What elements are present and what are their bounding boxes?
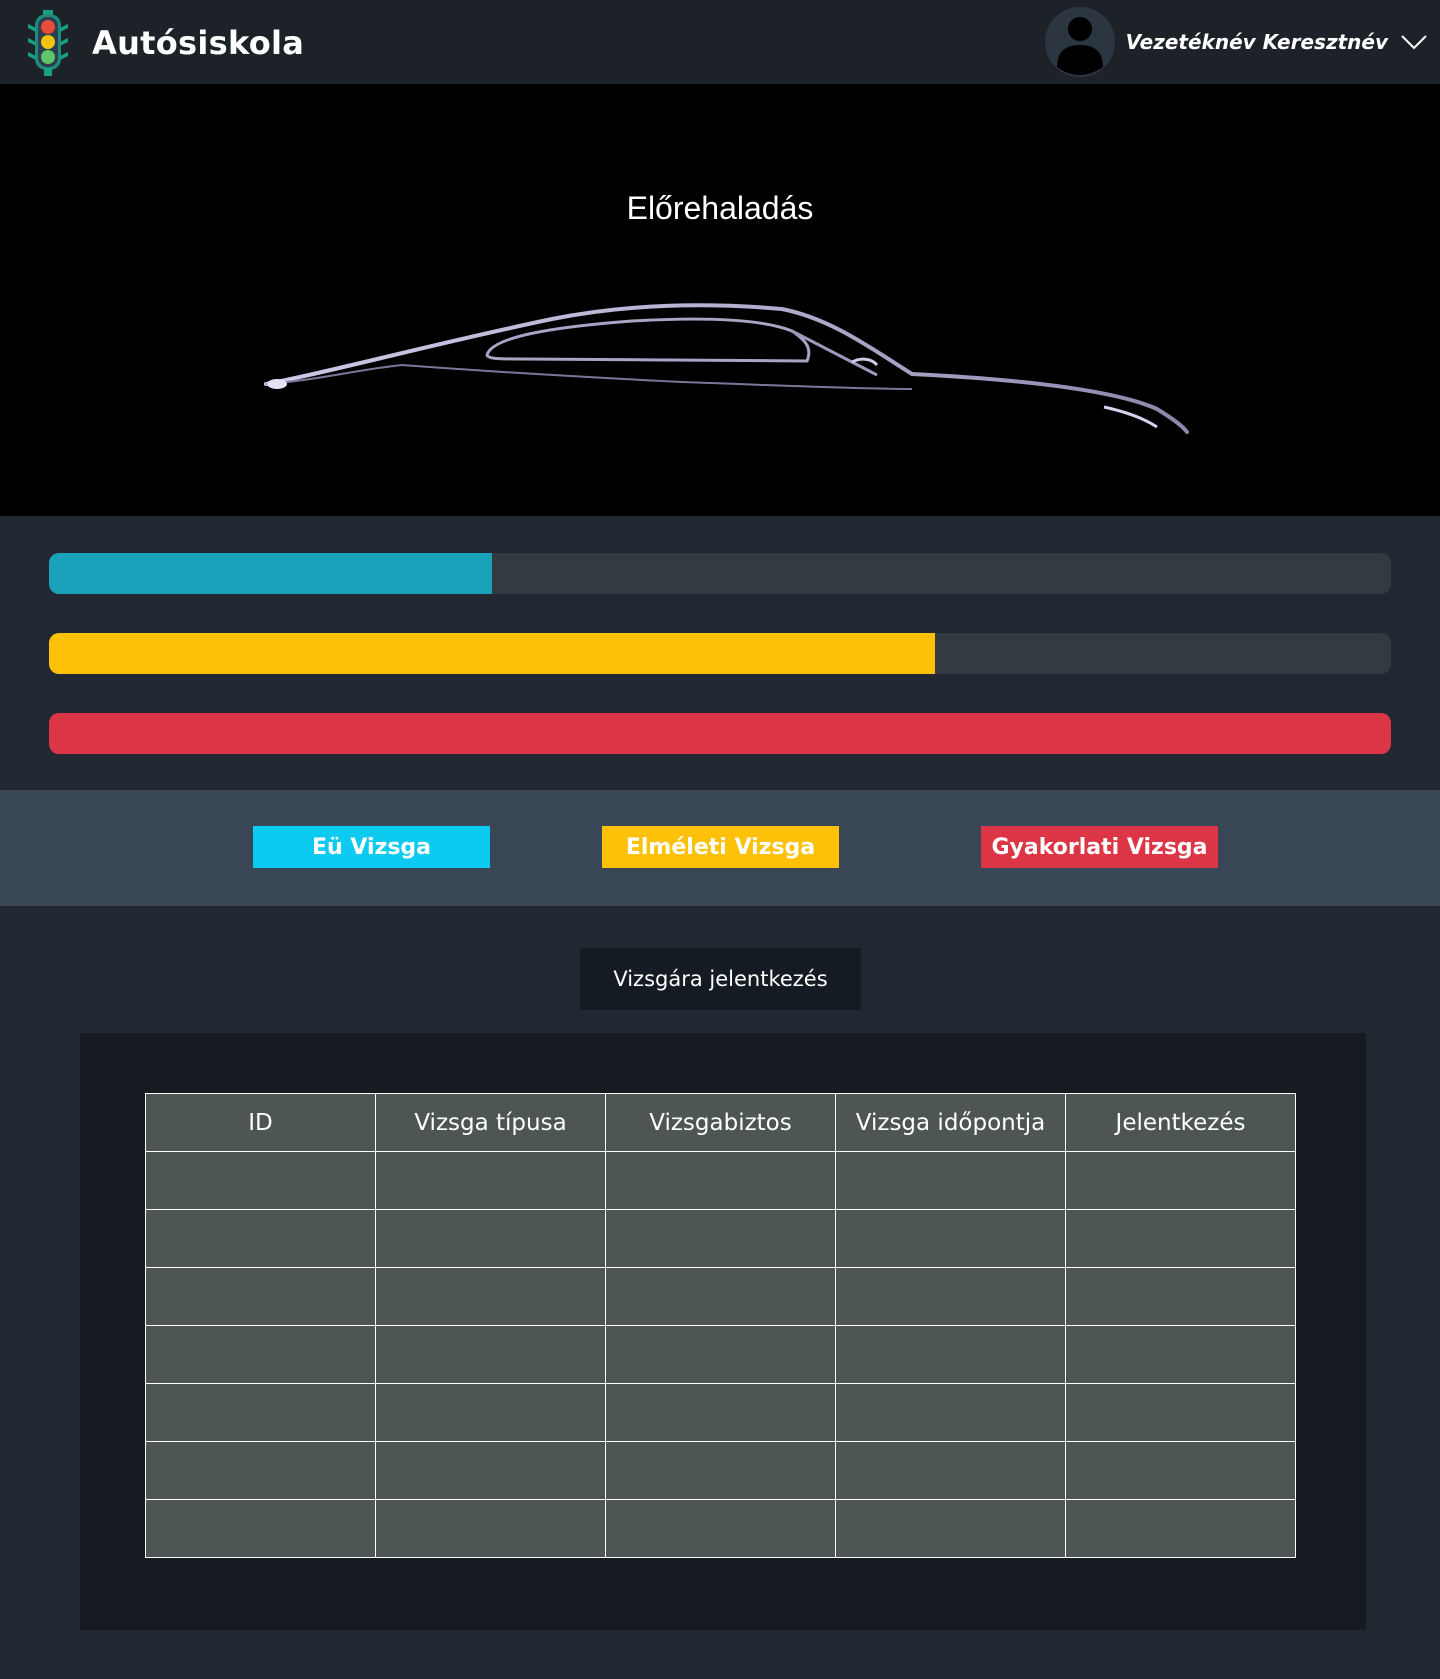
progress-fill-gyakorlati bbox=[49, 713, 1391, 754]
user-menu[interactable]: Vezetéknév Keresztnév bbox=[1044, 7, 1428, 77]
exam-apply-button[interactable]: Vizsgára jelentkezés bbox=[580, 948, 861, 1010]
column-header-examiner: Vizsgabiztos bbox=[605, 1093, 836, 1152]
table-cell bbox=[605, 1325, 836, 1384]
column-header-apply: Jelentkezés bbox=[1065, 1093, 1296, 1152]
table-cell bbox=[605, 1267, 836, 1326]
progress-bar-eu bbox=[49, 553, 1391, 594]
car-silhouette-image bbox=[264, 303, 1189, 434]
hero-banner: Előrehaladás bbox=[0, 84, 1440, 516]
exam-table: ID Vizsga típusa Vizsgabiztos Vizsga idő… bbox=[145, 1093, 1296, 1558]
progress-bar-gyakorlati bbox=[49, 713, 1391, 754]
column-header-id: ID bbox=[145, 1093, 376, 1152]
table-cell bbox=[375, 1325, 606, 1384]
table-cell bbox=[145, 1151, 376, 1210]
table-cell bbox=[835, 1499, 1066, 1558]
progress-fill-eu bbox=[49, 553, 492, 594]
table-cell bbox=[145, 1267, 376, 1326]
table-cell bbox=[1065, 1151, 1296, 1210]
column-header-date: Vizsga időpontja bbox=[835, 1093, 1066, 1152]
exam-table-panel: ID Vizsga típusa Vizsgabiztos Vizsga idő… bbox=[80, 1033, 1366, 1630]
tab-elmeleti-vizsga[interactable]: Elméleti Vizsga bbox=[602, 826, 839, 868]
table-row bbox=[145, 1325, 1296, 1384]
user-icon bbox=[1044, 7, 1115, 77]
table-cell bbox=[605, 1441, 836, 1500]
table-cell bbox=[145, 1383, 376, 1442]
column-header-type: Vizsga típusa bbox=[375, 1093, 606, 1152]
progress-bar-elmeleti bbox=[49, 633, 1391, 674]
table-cell bbox=[145, 1499, 376, 1558]
table-cell bbox=[1065, 1267, 1296, 1326]
table-row bbox=[145, 1499, 1296, 1558]
table-cell bbox=[145, 1209, 376, 1268]
tab-eu-vizsga[interactable]: Eü Vizsga bbox=[253, 826, 490, 868]
traffic-light-icon bbox=[28, 10, 68, 76]
table-row bbox=[145, 1267, 1296, 1326]
table-cell bbox=[835, 1325, 1066, 1384]
progress-section bbox=[0, 516, 1440, 790]
table-cell bbox=[1065, 1499, 1296, 1558]
page-title: Előrehaladás bbox=[626, 190, 814, 226]
avatar bbox=[1044, 7, 1115, 77]
table-cell bbox=[1065, 1383, 1296, 1442]
table-row bbox=[145, 1383, 1296, 1442]
table-cell bbox=[375, 1441, 606, 1500]
table-cell bbox=[375, 1499, 606, 1558]
table-cell bbox=[1065, 1441, 1296, 1500]
chevron-down-icon[interactable] bbox=[1400, 32, 1428, 52]
table-cell bbox=[835, 1383, 1066, 1442]
table-cell bbox=[375, 1267, 606, 1326]
table-cell bbox=[1065, 1325, 1296, 1384]
table-cell bbox=[835, 1151, 1066, 1210]
table-cell bbox=[375, 1151, 606, 1210]
table-cell bbox=[145, 1325, 376, 1384]
table-cell bbox=[835, 1267, 1066, 1326]
table-cell bbox=[1065, 1209, 1296, 1268]
user-name: Vezetéknév Keresztnév bbox=[1125, 30, 1388, 54]
table-row bbox=[145, 1209, 1296, 1268]
table-cell bbox=[605, 1383, 836, 1442]
table-cell bbox=[605, 1209, 836, 1268]
table-row bbox=[145, 1151, 1296, 1210]
navbar: Autósiskola Vezetéknév Keresztnév bbox=[0, 0, 1440, 84]
brand[interactable]: Autósiskola bbox=[20, 10, 304, 76]
table-cell bbox=[375, 1383, 606, 1442]
table-row bbox=[145, 1441, 1296, 1500]
table-cell bbox=[375, 1209, 606, 1268]
exam-tabs: Eü Vizsga Elméleti Vizsga Gyakorlati Viz… bbox=[0, 790, 1440, 906]
progress-fill-elmeleti bbox=[49, 633, 935, 674]
table-cell bbox=[835, 1209, 1066, 1268]
table-header-row: ID Vizsga típusa Vizsgabiztos Vizsga idő… bbox=[145, 1093, 1296, 1152]
table-cell bbox=[605, 1151, 836, 1210]
table-cell bbox=[605, 1499, 836, 1558]
tab-gyakorlati-vizsga[interactable]: Gyakorlati Vizsga bbox=[981, 826, 1218, 868]
brand-title: Autósiskola bbox=[92, 24, 305, 62]
table-cell bbox=[835, 1441, 1066, 1500]
table-cell bbox=[145, 1441, 376, 1500]
